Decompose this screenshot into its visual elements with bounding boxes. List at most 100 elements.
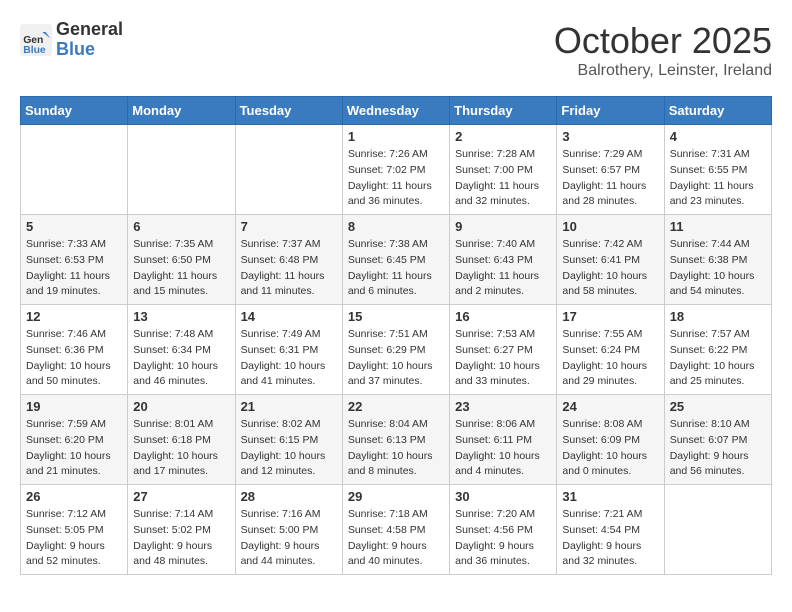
day-info: Sunrise: 7:46 AM Sunset: 6:36 PM Dayligh…	[26, 327, 122, 390]
day-info: Sunrise: 7:29 AM Sunset: 6:57 PM Dayligh…	[562, 147, 658, 210]
calendar-cell	[664, 485, 771, 575]
svg-text:Blue: Blue	[23, 45, 46, 56]
month-title: October 2025	[554, 20, 772, 62]
day-number: 26	[26, 489, 122, 504]
calendar-cell: 7Sunrise: 7:37 AM Sunset: 6:48 PM Daylig…	[235, 215, 342, 305]
calendar-cell	[128, 125, 235, 215]
calendar-cell: 4Sunrise: 7:31 AM Sunset: 6:55 PM Daylig…	[664, 125, 771, 215]
calendar-cell: 13 Sunrise: 7:48 AM Sunset: 6:34 PM Dayli…	[128, 305, 235, 395]
day-info: Sunrise: 7:16 AM Sunset: 5:00 PM Dayligh…	[241, 507, 337, 570]
day-number: 21	[241, 399, 337, 414]
day-info: Sunrise: 7:51 AM Sunset: 6:29 PM Dayligh…	[348, 327, 444, 390]
calendar-week-3: 12 Sunrise: 7:46 AM Sunset: 6:36 PM Dayli…	[21, 305, 772, 395]
calendar-cell: 10Sunrise: 7:42 AM Sunset: 6:41 PM Dayli…	[557, 215, 664, 305]
calendar-cell: 17 Sunrise: 7:55 AM Sunset: 6:24 PM Dayli…	[557, 305, 664, 395]
logo-general: General	[56, 20, 123, 40]
day-number: 16	[455, 309, 551, 324]
day-number: 27	[133, 489, 229, 504]
day-number: 11	[670, 219, 766, 234]
day-number: 4	[670, 129, 766, 144]
day-number: 31	[562, 489, 658, 504]
title-area: October 2025 Balrothery, Leinster, Irela…	[554, 20, 772, 80]
calendar-cell: 16 Sunrise: 7:53 AM Sunset: 6:27 PM Dayli…	[450, 305, 557, 395]
calendar-cell: 2Sunrise: 7:28 AM Sunset: 7:00 PM Daylig…	[450, 125, 557, 215]
calendar-week-2: 5Sunrise: 7:33 AM Sunset: 6:53 PM Daylig…	[21, 215, 772, 305]
calendar-cell: 11 Sunrise: 7:44 AM Sunset: 6:38 PM Dayli…	[664, 215, 771, 305]
day-number: 2	[455, 129, 551, 144]
day-number: 3	[562, 129, 658, 144]
day-info: Sunrise: 7:44 AM Sunset: 6:38 PM Dayligh…	[670, 237, 766, 300]
day-info: Sunrise: 7:20 AM Sunset: 4:56 PM Dayligh…	[455, 507, 551, 570]
day-number: 22	[348, 399, 444, 414]
calendar-cell: 30 Sunrise: 7:20 AM Sunset: 4:56 PM Dayli…	[450, 485, 557, 575]
calendar-week-1: 1Sunrise: 7:26 AM Sunset: 7:02 PM Daylig…	[21, 125, 772, 215]
day-info: Sunrise: 8:06 AM Sunset: 6:11 PM Dayligh…	[455, 417, 551, 480]
day-info: Sunrise: 7:18 AM Sunset: 4:58 PM Dayligh…	[348, 507, 444, 570]
day-number: 17	[562, 309, 658, 324]
day-info: Sunrise: 7:49 AM Sunset: 6:31 PM Dayligh…	[241, 327, 337, 390]
day-info: Sunrise: 7:57 AM Sunset: 6:22 PM Dayligh…	[670, 327, 766, 390]
day-number: 29	[348, 489, 444, 504]
day-number: 30	[455, 489, 551, 504]
day-number: 28	[241, 489, 337, 504]
logo-blue: Blue	[56, 40, 123, 60]
day-number: 15	[348, 309, 444, 324]
calendar-cell: 14 Sunrise: 7:49 AM Sunset: 6:31 PM Dayli…	[235, 305, 342, 395]
day-info: Sunrise: 8:10 AM Sunset: 6:07 PM Dayligh…	[670, 417, 766, 480]
day-header-saturday: Saturday	[664, 97, 771, 125]
calendar-cell: 23 Sunrise: 8:06 AM Sunset: 6:11 PM Dayli…	[450, 395, 557, 485]
day-header-wednesday: Wednesday	[342, 97, 449, 125]
calendar-cell: 5Sunrise: 7:33 AM Sunset: 6:53 PM Daylig…	[21, 215, 128, 305]
day-info: Sunrise: 7:33 AM Sunset: 6:53 PM Dayligh…	[26, 237, 122, 300]
day-info: Sunrise: 7:37 AM Sunset: 6:48 PM Dayligh…	[241, 237, 337, 300]
day-number: 18	[670, 309, 766, 324]
calendar-week-4: 19Sunrise: 7:59 AM Sunset: 6:20 PM Dayli…	[21, 395, 772, 485]
calendar-cell	[21, 125, 128, 215]
day-info: Sunrise: 7:59 AM Sunset: 6:20 PM Dayligh…	[26, 417, 122, 480]
day-info: Sunrise: 7:55 AM Sunset: 6:24 PM Dayligh…	[562, 327, 658, 390]
day-info: Sunrise: 7:12 AM Sunset: 5:05 PM Dayligh…	[26, 507, 122, 570]
calendar-cell: 18 Sunrise: 7:57 AM Sunset: 6:22 PM Dayli…	[664, 305, 771, 395]
day-info: Sunrise: 7:40 AM Sunset: 6:43 PM Dayligh…	[455, 237, 551, 300]
day-info: Sunrise: 7:53 AM Sunset: 6:27 PM Dayligh…	[455, 327, 551, 390]
calendar-cell: 8Sunrise: 7:38 AM Sunset: 6:45 PM Daylig…	[342, 215, 449, 305]
day-number: 1	[348, 129, 444, 144]
calendar-cell	[235, 125, 342, 215]
day-info: Sunrise: 7:38 AM Sunset: 6:45 PM Dayligh…	[348, 237, 444, 300]
day-header-thursday: Thursday	[450, 97, 557, 125]
day-header-monday: Monday	[128, 97, 235, 125]
day-number: 25	[670, 399, 766, 414]
day-number: 24	[562, 399, 658, 414]
calendar-cell: 15 Sunrise: 7:51 AM Sunset: 6:29 PM Dayli…	[342, 305, 449, 395]
calendar-cell: 31 Sunrise: 7:21 AM Sunset: 4:54 PM Dayli…	[557, 485, 664, 575]
calendar-cell: 1Sunrise: 7:26 AM Sunset: 7:02 PM Daylig…	[342, 125, 449, 215]
page-header: Gen Blue General Blue October 2025 Balro…	[20, 20, 772, 80]
day-info: Sunrise: 7:14 AM Sunset: 5:02 PM Dayligh…	[133, 507, 229, 570]
calendar-cell: 19Sunrise: 7:59 AM Sunset: 6:20 PM Dayli…	[21, 395, 128, 485]
day-info: Sunrise: 8:02 AM Sunset: 6:15 PM Dayligh…	[241, 417, 337, 480]
logo-text: General Blue	[56, 20, 123, 60]
calendar-cell: 28 Sunrise: 7:16 AM Sunset: 5:00 PM Dayli…	[235, 485, 342, 575]
day-info: Sunrise: 7:48 AM Sunset: 6:34 PM Dayligh…	[133, 327, 229, 390]
calendar-cell: 3 Sunrise: 7:29 AM Sunset: 6:57 PM Daylig…	[557, 125, 664, 215]
day-info: Sunrise: 7:21 AM Sunset: 4:54 PM Dayligh…	[562, 507, 658, 570]
day-number: 23	[455, 399, 551, 414]
day-number: 10	[562, 219, 658, 234]
day-info: Sunrise: 7:35 AM Sunset: 6:50 PM Dayligh…	[133, 237, 229, 300]
day-number: 13	[133, 309, 229, 324]
calendar-table: SundayMondayTuesdayWednesdayThursdayFrid…	[20, 96, 772, 575]
day-header-sunday: Sunday	[21, 97, 128, 125]
calendar-cell: 24 Sunrise: 8:08 AM Sunset: 6:09 PM Dayli…	[557, 395, 664, 485]
day-info: Sunrise: 8:08 AM Sunset: 6:09 PM Dayligh…	[562, 417, 658, 480]
calendar-cell: 20Sunrise: 8:01 AM Sunset: 6:18 PM Dayli…	[128, 395, 235, 485]
day-number: 14	[241, 309, 337, 324]
calendar-cell: 29 Sunrise: 7:18 AM Sunset: 4:58 PM Dayli…	[342, 485, 449, 575]
day-number: 20	[133, 399, 229, 414]
day-info: Sunrise: 8:04 AM Sunset: 6:13 PM Dayligh…	[348, 417, 444, 480]
day-header-tuesday: Tuesday	[235, 97, 342, 125]
day-number: 12	[26, 309, 122, 324]
calendar-cell: 26 Sunrise: 7:12 AM Sunset: 5:05 PM Dayli…	[21, 485, 128, 575]
logo: Gen Blue General Blue	[20, 20, 123, 60]
calendar-cell: 25 Sunrise: 8:10 AM Sunset: 6:07 PM Dayli…	[664, 395, 771, 485]
calendar-cell: 22 Sunrise: 8:04 AM Sunset: 6:13 PM Dayli…	[342, 395, 449, 485]
